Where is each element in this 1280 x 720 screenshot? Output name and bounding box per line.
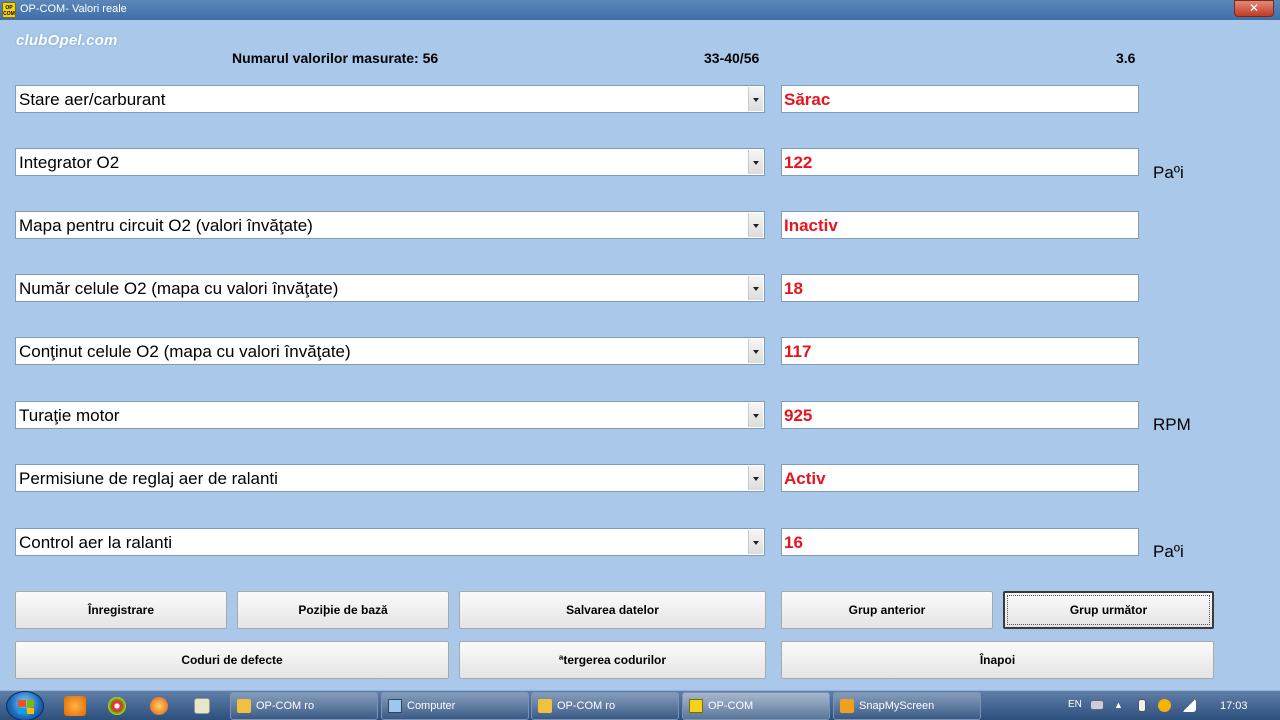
clubopel-watermark-logo: clubOpel.com [16,32,118,49]
value-text: Activ [784,469,826,488]
taskbar-item-snapmyscreen[interactable]: SnapMyScreen [833,692,981,720]
value-text: Inactiv [784,216,838,235]
back-button[interactable]: Înapoi [781,641,1214,679]
parameter-value-2: 122 [781,148,1139,176]
chevron-down-icon[interactable] [748,466,763,490]
clear-codes-button[interactable]: ªtergerea codurilor [459,641,766,679]
system-clock[interactable]: 17:03 [1220,700,1248,720]
software-version: 3.6 [1116,50,1136,66]
language-indicator[interactable]: EN [1068,699,1082,720]
previous-group-button[interactable]: Grup anterior [781,591,993,629]
taskbar-item-opcom[interactable]: OP-COM [682,692,830,720]
parameter-select-3[interactable]: Mapa pentru circuit O2 (valori învăţate) [15,211,765,239]
base-position-button[interactable]: Poziþie de bază [237,591,449,629]
parameter-label: Integrator O2 [19,153,120,172]
parameter-label: Număr celule O2 (mapa cu valori învăţate… [19,279,339,298]
parameter-label: Permisiune de reglaj aer de ralanti [19,469,278,488]
parameter-select-2[interactable]: Integrator O2 [15,148,765,176]
security-icon[interactable] [1158,699,1171,712]
save-data-button[interactable]: Salvarea datelor [459,591,766,629]
parameter-select-6[interactable]: Turaţie motor [15,401,765,429]
next-group-button[interactable]: Grup următor [1003,591,1214,629]
chevron-down-icon[interactable] [748,87,763,111]
chevron-down-icon[interactable] [748,339,763,363]
chevron-down-icon[interactable] [748,276,763,300]
parameter-value-5: 117 [781,337,1139,365]
title-bar: OP COM OP-COM- Valori reale ✕ [0,0,1280,20]
signal-strength-icon[interactable] [1182,699,1196,712]
measured-values-count: Numarul valorilor masurate: 56 [232,50,439,66]
parameter-value-4: 18 [781,274,1139,302]
snapmyscreen-icon [840,699,854,713]
computer-icon [388,699,402,713]
parameter-label: Control aer la ralanti [19,533,173,552]
parameter-select-1[interactable]: Stare aer/carburant [15,85,765,113]
parameter-select-8[interactable]: Control aer la ralanti [15,528,765,556]
windows-logo-icon [18,700,34,714]
taskbar-item-computer[interactable]: Computer [381,692,529,720]
parameter-unit-2: Paºi [1153,163,1184,182]
window-title: OP-COM- Valori reale [20,3,127,15]
chevron-down-icon[interactable] [748,530,763,554]
chrome-icon[interactable] [108,697,126,715]
value-text: Sărac [784,90,831,109]
value-text: 122 [784,153,813,172]
opcom-app-icon: OP COM [2,2,16,18]
chevron-down-icon[interactable] [748,213,763,237]
battery-icon[interactable] [1138,699,1146,712]
media-player-icon[interactable] [64,696,86,716]
values-range-indicator: 33-40/56 [704,50,760,66]
close-window-button[interactable]: ✕ [1234,0,1274,17]
value-text: 18 [784,279,803,298]
parameter-label: Mapa pentru circuit O2 (valori învăţate) [19,216,313,235]
fault-codes-button[interactable]: Coduri de defecte [15,641,449,679]
taskbar-item-opcom-folder-1[interactable]: OP-COM ro [230,692,378,720]
show-hidden-icons-icon[interactable]: ▲ [1114,700,1123,720]
folder-icon [237,699,251,713]
calculator-icon[interactable] [194,698,210,714]
chevron-down-icon[interactable] [748,150,763,174]
parameter-value-3: Inactiv [781,211,1139,239]
parameter-value-1: Sărac [781,85,1139,113]
keyboard-icon[interactable] [1090,700,1104,710]
value-text: 117 [784,342,812,361]
start-button[interactable] [6,691,44,720]
value-text: 925 [784,406,813,425]
parameter-unit-6: RPM [1153,415,1191,434]
parameter-label: Stare aer/carburant [19,90,166,109]
parameter-label: Conţinut celule O2 (mapa cu valori învăţ… [19,342,351,361]
parameter-select-5[interactable]: Conţinut celule O2 (mapa cu valori învăţ… [15,337,765,365]
chevron-down-icon[interactable] [748,403,763,427]
windows-taskbar: OP-COM ro Computer OP-COM ro OP-COM Snap… [0,690,1280,720]
folder-icon [538,699,552,713]
parameter-select-4[interactable]: Număr celule O2 (mapa cu valori învăţate… [15,274,765,302]
taskbar-item-opcom-folder-2[interactable]: OP-COM ro [531,692,679,720]
parameter-value-8: 16 [781,528,1139,556]
value-text: 16 [784,533,803,552]
record-button[interactable]: Înregistrare [15,591,227,629]
parameter-value-6: 925 [781,401,1139,429]
firefox-icon[interactable] [150,697,168,715]
opcom-icon [689,699,703,713]
parameter-unit-8: Paºi [1153,542,1184,561]
parameter-value-7: Activ [781,464,1139,492]
parameter-select-7[interactable]: Permisiune de reglaj aer de ralanti [15,464,765,492]
parameter-label: Turaţie motor [19,406,120,425]
